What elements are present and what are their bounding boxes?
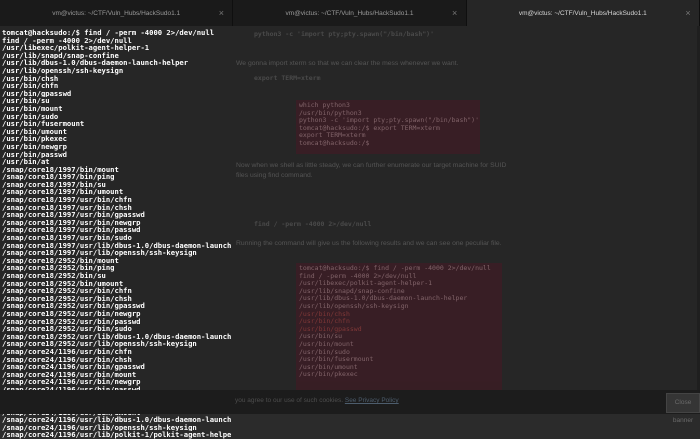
terminal-line: /usr/bin/gpasswd (2, 89, 72, 98)
cookie-text: you agree to our use of such cookies. Se… (235, 397, 399, 404)
tab-label: vm@victus: ~/CTF/Vuln_Hubs/HackSudo1.1 (52, 9, 181, 17)
terminal-line: /usr/bin/pkexec (2, 135, 67, 143)
terminal-line: /usr/bin/chsh (2, 74, 59, 83)
terminal-line: find / -perm -4000 2>/dev/null (2, 36, 132, 45)
article-paragraph-suid: Now when we shell as little steady, we c… (236, 162, 507, 169)
terminal-line: /snap/core18/1997/usr/bin/gpasswd (2, 211, 145, 219)
terminal-line: /usr/bin/fusermount (2, 120, 85, 128)
article-code-export: export TERM=xterm (254, 74, 321, 82)
article-paragraph-suid-2: files using find command. (236, 172, 313, 179)
code-line: tomcat@hacksudo:/$ (299, 138, 370, 147)
terminal-line: /snap/core18/2952/usr/bin/newgrp (2, 309, 141, 318)
terminal-line: /snap/core18/1997/bin/umount (2, 188, 124, 197)
terminal-line: /snap/core24/1196/usr/lib/polkit-1/polki… (2, 431, 232, 439)
terminal-output: tomcat@hacksudo:/$ find / -perm -4000 2>… (2, 29, 232, 439)
terminal-line: /snap/core24/1196/usr/bin/mount (2, 370, 137, 379)
article-code-find: find / -perm -4000 2>/dev/null (254, 220, 372, 228)
terminal-line: /snap/core18/1997/usr/bin/sudo (2, 234, 132, 242)
terminal-line: /snap/core18/1997/usr/bin/chfn (2, 196, 132, 204)
terminal-line: /snap/core18/1997/bin/ping (2, 173, 115, 181)
terminal-line: /usr/bin/mount (2, 104, 63, 113)
terminal-line: /snap/core18/1997/usr/lib/dbus-1.0/dbus-… (2, 241, 232, 250)
tab-bar: vm@victus: ~/CTF/Vuln_Hubs/HackSudo1.1 × v… (0, 0, 700, 26)
terminal-line: /snap/core24/1196/usr/lib/openssh/ssh-ke… (2, 423, 197, 432)
terminal-line: /snap/core24/1196/usr/lib/dbus-1.0/dbus-… (2, 416, 232, 424)
terminal-line: /usr/bin/at (2, 158, 50, 166)
article-code-python: python3 -c 'import pty;pty.spawn("/bin/b… (254, 30, 435, 38)
terminal-line: /snap/core18/2952/bin/mount (2, 256, 119, 265)
background-article: python3 -c 'import pty;pty.spawn("/bin/b… (222, 26, 700, 394)
tab-label: vm@victus: ~/CTF/Vuln_Hubs/HackSudo1.1 (518, 9, 647, 17)
tab-1[interactable]: vm@victus: ~/CTF/Vuln_Hubs/HackSudo1.1 × (0, 0, 234, 26)
privacy-policy-link[interactable]: See Privacy Policy (345, 397, 399, 404)
terminal-line: /usr/lib/openssh/ssh-keysign (2, 66, 124, 75)
terminal-line: /snap/core24/1196/usr/bin/newgrp (2, 378, 141, 386)
tab-label: vm@victus: ~/CTF/Vuln_Hubs/HackSudo1.1 (285, 9, 414, 17)
tab-3[interactable]: vm@victus: ~/CTF/Vuln_Hubs/HackSudo1.1 × (466, 0, 700, 26)
terminal-line: /snap/core18/2952/usr/bin/passwd (2, 317, 141, 326)
terminal-line: /snap/core18/2952/usr/bin/chsh (2, 294, 132, 303)
terminal-line: /snap/core18/1997/usr/bin/passwd (2, 226, 141, 235)
terminal-line: /snap/core18/1997/bin/su (2, 180, 106, 189)
tab-2[interactable]: vm@victus: ~/CTF/Vuln_Hubs/HackSudo1.1 × (233, 0, 467, 26)
terminal-line: /snap/core24/1196/usr/bin/chfn (2, 347, 132, 356)
terminal-line: /usr/lib/dbus-1.0/dbus-daemon-launch-hel… (2, 59, 189, 67)
terminal-line: /usr/bin/chfn (2, 82, 59, 90)
terminal-line: /usr/bin/passwd (2, 150, 67, 159)
terminal-line: /snap/core18/2952/usr/bin/chfn (2, 287, 132, 295)
article-codeblock-find: tomcat@hacksudo:/$ find / -perm -4000 2>… (296, 263, 502, 394)
close-icon[interactable]: × (683, 8, 693, 18)
terminal-line: /snap/core18/1997/usr/bin/newgrp (2, 218, 141, 227)
terminal-line: /snap/core24/1196/usr/bin/chsh (2, 355, 132, 364)
close-banner-button[interactable]: Close banner (666, 393, 700, 424)
terminal-line: tomcat@hacksudo:/$ find / -perm -4000 2>… (2, 29, 215, 37)
terminal-line: /usr/bin/umount (2, 127, 67, 136)
article-paragraph-results: Running the command will give us the fol… (236, 240, 502, 247)
terminal-line: /snap/core18/2952/usr/bin/sudo (2, 325, 132, 333)
close-icon[interactable]: × (216, 8, 226, 18)
article-paragraph-xterm: We gonna import xterm so that we can cle… (236, 60, 459, 67)
terminal-line: /snap/core18/2952/bin/su (2, 272, 106, 280)
cookie-banner: you agree to our use of such cookies. Se… (0, 390, 700, 424)
article-codeblock-shell: which python3/usr/bin/python3 python3 -c … (296, 100, 480, 154)
terminal-line: /snap/core18/1997/usr/bin/chsh (2, 203, 132, 212)
terminal-line: /snap/core18/2952/bin/umount (2, 279, 124, 288)
terminal-line: /snap/core18/2952/bin/ping (2, 264, 115, 272)
terminal-line: /snap/core18/2952/usr/lib/openssh/ssh-ke… (2, 340, 197, 348)
terminal-line: /usr/bin/su (2, 97, 50, 105)
terminal-line: /usr/bin/sudo (2, 112, 59, 121)
code-line: /usr/bin/pkexec (299, 370, 358, 379)
terminal-line: /snap/core24/1196/usr/bin/gpasswd (2, 363, 145, 371)
terminal-line: /usr/lib/snapd/snap-confine (2, 51, 119, 60)
terminal-line: /usr/bin/newgrp (2, 142, 67, 151)
terminal-line: /snap/core18/1997/usr/lib/openssh/ssh-ke… (2, 249, 197, 257)
terminal-line: /snap/core18/1997/bin/mount (2, 165, 119, 174)
terminal-line: /snap/core18/2952/usr/lib/dbus-1.0/dbus-… (2, 332, 232, 341)
close-icon[interactable]: × (450, 8, 460, 18)
terminal-line: /usr/libexec/polkit-agent-helper-1 (2, 44, 150, 52)
terminal-line: /snap/core18/2952/usr/bin/gpasswd (2, 302, 145, 310)
